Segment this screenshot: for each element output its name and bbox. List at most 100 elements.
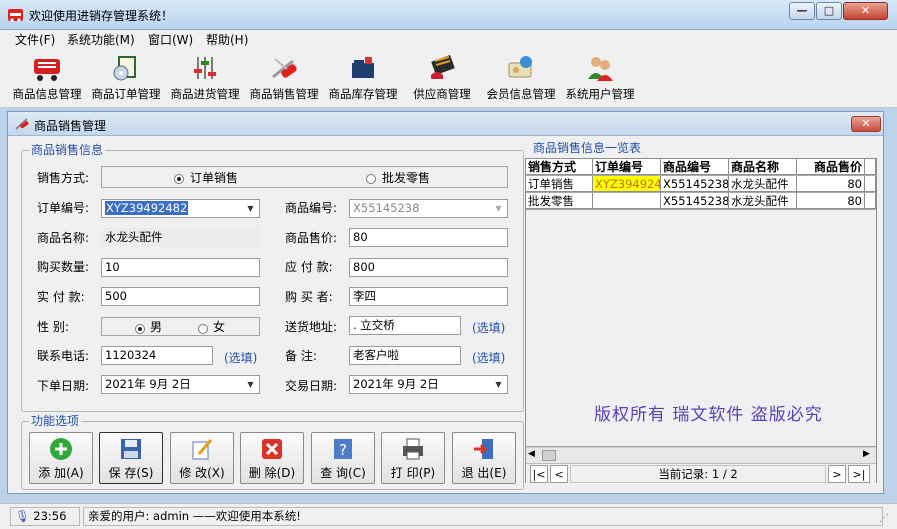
scroll-right-icon[interactable]: ▶ [863, 449, 870, 459]
nav-next-button[interactable]: > [828, 465, 846, 483]
table-cell[interactable]: 批发零售 [526, 193, 593, 209]
qty-field[interactable]: 10 [101, 258, 260, 277]
app-icon [8, 9, 23, 22]
gender-female-label: 女 [213, 320, 226, 334]
order-date-picker[interactable]: 2021年 9月 2日 ▼ [101, 375, 260, 394]
menu-window[interactable]: 窗口(W) [148, 32, 193, 48]
column-header[interactable]: 商品名称 [729, 159, 797, 175]
remark-optional-hint: (选填) [472, 351, 506, 365]
copyright-text: 版权所有 瑞文软件 盗版必究 [594, 405, 823, 425]
exit-button[interactable]: 退 出(E) [452, 432, 516, 484]
toolbar-sales[interactable]: 商品销售管理 [245, 52, 323, 106]
toolbar-order[interactable]: 商品订单管理 [87, 52, 165, 106]
order-no-combo[interactable]: XYZ39492482 ▼ [101, 199, 260, 218]
member-card-icon [508, 56, 532, 78]
record-indicator: 当前记录: 1 / 2 [570, 465, 826, 483]
chevron-down-icon[interactable]: ▼ [491, 201, 506, 216]
price-label: 商品售价: [285, 231, 338, 245]
order-no-label: 订单编号: [37, 201, 90, 215]
minimize-button[interactable]: — [789, 2, 815, 20]
qty-label: 购买数量: [37, 260, 90, 274]
sale-method-order-radio[interactable] [174, 171, 184, 185]
table-cell[interactable]: 订单销售 [526, 176, 593, 192]
scroll-thumb[interactable] [542, 450, 556, 461]
table-cell-selected[interactable]: XYZ39492482 [593, 176, 661, 192]
edit-button[interactable]: 修 改(X) [170, 432, 234, 484]
chevron-down-icon[interactable]: ▼ [243, 377, 258, 392]
sales-list-title: 商品销售信息一览表 [531, 141, 644, 155]
query-icon: ? [334, 439, 352, 459]
add-button[interactable]: 添 加(A) [29, 432, 93, 484]
exit-button-label: 退 出(E) [461, 466, 507, 480]
toolbar-inventory[interactable]: 商品库存管理 [324, 52, 402, 106]
column-header[interactable]: 订单编号 [593, 159, 661, 175]
menu-help[interactable]: 帮助(H) [206, 32, 248, 48]
table-cell[interactable]: 水龙头配件 [729, 176, 797, 192]
address-label: 送货地址: [285, 320, 338, 334]
trade-date-picker[interactable]: 2021年 9月 2日 ▼ [349, 375, 508, 394]
toolbar-label: 商品进货管理 [170, 87, 240, 101]
product-name-field[interactable]: 水龙头配件 [101, 228, 260, 247]
column-header[interactable]: 销售方式 [526, 159, 593, 175]
table-cell[interactable] [593, 193, 661, 209]
toolbar-label: 商品销售管理 [249, 87, 319, 101]
address-field[interactable]: . 立交桥 [349, 316, 461, 335]
gender-female-radio[interactable] [198, 321, 208, 335]
column-header[interactable]: 商品售价 [797, 159, 865, 175]
trade-date-value: 2021年 9月 2日 [353, 377, 439, 391]
chevron-down-icon[interactable]: ▼ [243, 201, 258, 216]
sale-method-radio-group [101, 166, 508, 188]
save-button[interactable]: 保 存(S) [99, 432, 163, 484]
table-cell[interactable]: X55145238 [661, 176, 729, 192]
toolbar-member[interactable]: 会员信息管理 [482, 52, 560, 106]
horizontal-scrollbar[interactable]: ◀ ▶ [526, 447, 876, 463]
cart-icon [34, 59, 60, 81]
table-cell[interactable]: 水龙头配件 [729, 193, 797, 209]
table-cell[interactable]: X55145238 [661, 193, 729, 209]
menu-system-functions[interactable]: 系统功能(M) [67, 32, 135, 48]
price-field[interactable]: 80 [349, 228, 508, 247]
toolbar-label: 会员信息管理 [486, 87, 556, 101]
phone-label: 联系电话: [37, 349, 90, 363]
sale-method-wholesale-radio[interactable] [366, 171, 376, 185]
toolbar-product-info[interactable]: 商品信息管理 [8, 52, 86, 106]
close-button[interactable]: ✕ [843, 2, 888, 20]
query-button[interactable]: ? 查 询(C) [311, 432, 375, 484]
toolbar-purchase[interactable]: 商品进货管理 [166, 52, 244, 106]
menu-file[interactable]: 文件(F) [15, 32, 55, 48]
remark-field[interactable]: 老客户啦 [349, 346, 461, 365]
chevron-down-icon[interactable]: ▼ [491, 377, 506, 392]
nav-last-button[interactable]: >| [848, 465, 870, 483]
paid-field[interactable]: 500 [101, 287, 260, 306]
maximize-button[interactable]: □ [816, 2, 842, 20]
toolbar-supplier[interactable]: 供应商管理 [403, 52, 481, 106]
nav-first-button[interactable]: |< [530, 465, 548, 483]
toolbar-label: 商品库存管理 [328, 87, 398, 101]
toolbar-label: 商品订单管理 [91, 87, 161, 101]
print-button[interactable]: 打 印(P) [381, 432, 445, 484]
trade-date-label: 交易日期: [285, 379, 338, 393]
delete-button[interactable]: 删 除(D) [240, 432, 304, 484]
sales-info-group [21, 150, 524, 412]
toolbar-label: 商品信息管理 [12, 87, 82, 101]
column-header[interactable]: 商品编号 [661, 159, 729, 175]
buyer-field[interactable]: 李四 [349, 287, 508, 306]
status-message: 亲爱的用户: admin ——欢迎使用本系统! [83, 507, 883, 526]
payable-field[interactable]: 800 [349, 258, 508, 277]
child-title: 商品销售管理 [34, 119, 107, 133]
sales-info-group-title: 商品销售信息 [29, 143, 106, 157]
swiss-knife-icon [272, 58, 297, 79]
table-cell[interactable]: 80 [797, 176, 865, 192]
gender-male-radio[interactable] [135, 321, 145, 335]
print-icon [403, 438, 423, 460]
scroll-left-icon[interactable]: ◀ [528, 449, 535, 459]
resize-grip-icon[interactable]: ⋰ [879, 513, 889, 524]
phone-field[interactable]: 1120324 [101, 346, 213, 365]
toolbar-label: 系统用户管理 [565, 87, 635, 101]
nav-prev-button[interactable]: < [550, 465, 568, 483]
product-no-combo[interactable]: X55145238 ▼ [349, 199, 508, 218]
table-cell[interactable]: 80 [797, 193, 865, 209]
toolbar-system-users[interactable]: 系统用户管理 [561, 52, 639, 106]
child-close-button[interactable]: ✕ [851, 116, 881, 132]
column-header-filler [865, 159, 876, 175]
